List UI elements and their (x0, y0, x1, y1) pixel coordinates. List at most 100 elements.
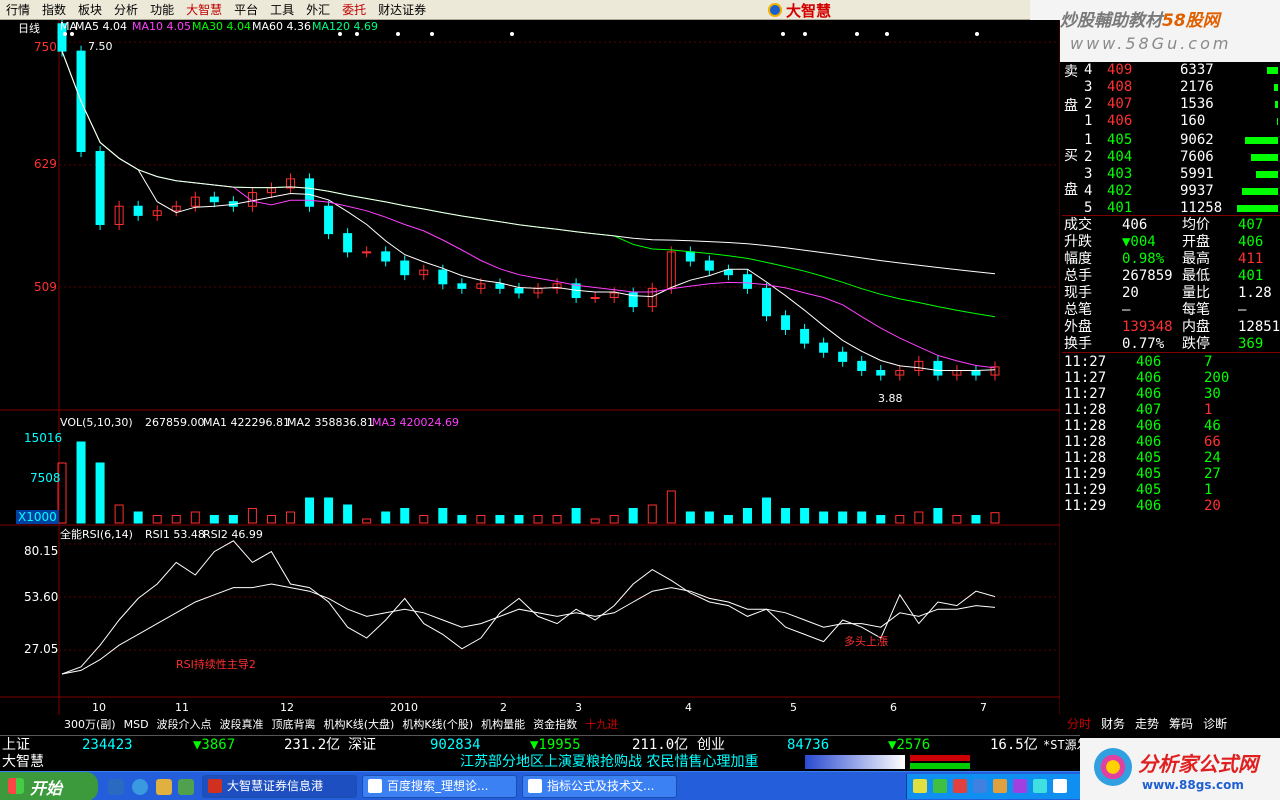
event-marker-icon (885, 32, 889, 36)
menu-item-sector[interactable]: 板块 (72, 0, 108, 20)
tick-row: 11:27 406 30 (1062, 386, 1280, 403)
tray-icon-8[interactable] (1053, 779, 1067, 793)
buy-price[interactable]: 405 (1107, 132, 1132, 149)
menu-item-analysis[interactable]: 分析 (108, 0, 144, 20)
ticker-news[interactable]: 江苏部分地区上演夏粮抢购战 农民惜售心理加重 (460, 753, 758, 771)
volume-bar (819, 511, 829, 524)
tray-icon-1[interactable] (913, 779, 927, 793)
taskbar: 开始 大智慧证券信息港 百度搜索_理想论... 指标公式及技术文... (0, 771, 1080, 800)
tray-icon-7[interactable] (1033, 779, 1047, 793)
volume-bar (209, 515, 219, 524)
start-button[interactable]: 开始 (0, 772, 98, 800)
cy-amount: 16.5亿 (990, 737, 1038, 753)
date-tick-5: 5 (790, 701, 797, 714)
sh-amount: 231.2亿 (284, 737, 341, 753)
indicator-tab-wave-entry[interactable]: 波段介入点 (153, 716, 216, 732)
tray-icon-2[interactable] (933, 779, 947, 793)
tab-intraday[interactable]: 分时 (1062, 715, 1096, 733)
indicator-tab-300w[interactable]: 300万(副) (60, 716, 120, 732)
task-formula[interactable]: 指标公式及技术文... (522, 775, 677, 798)
stat-label-2: 跌停 (1182, 336, 1210, 352)
menu-item-trade[interactable]: 委托 (336, 0, 372, 20)
indicator-tab-19[interactable]: 十九进 (581, 716, 622, 732)
menubar: 行情 指数 板块 分析 功能 大智慧 平台 工具 外汇 委托 财达证券 (0, 0, 1030, 20)
tab-finance[interactable]: 财务 (1096, 715, 1130, 733)
quicklaunch-desktop-icon[interactable] (156, 779, 172, 795)
sell-price[interactable]: 406 (1107, 113, 1132, 130)
quicklaunch-app-icon[interactable] (178, 779, 194, 795)
indicator-tab-wave-true[interactable]: 波段真准 (216, 716, 268, 732)
menu-item-function[interactable]: 功能 (144, 0, 180, 20)
buy-price[interactable]: 404 (1107, 149, 1132, 166)
task-dzh[interactable]: 大智慧证券信息港 (202, 775, 357, 798)
candle-body (800, 328, 810, 344)
stat-value: 406 (1122, 217, 1148, 233)
right-panel-tabs: 分时 财务 走势 筹码 诊断 (1062, 715, 1280, 733)
stat-row: 外盘 139348 内盘 128511 (1062, 319, 1280, 336)
quicklaunch-ie-icon[interactable] (132, 779, 148, 795)
volume-bar (305, 497, 315, 524)
tab-chips[interactable]: 筹码 (1164, 715, 1198, 733)
sz-label[interactable]: 深证 (348, 736, 376, 754)
volume-bar (228, 515, 238, 524)
sz-amount: 211.0亿 (632, 737, 689, 753)
ie-task-icon-2 (528, 779, 542, 793)
sell-price[interactable]: 409 (1107, 62, 1132, 79)
quicklaunch-explorer-icon[interactable] (108, 779, 124, 795)
tab-diagnose[interactable]: 诊断 (1198, 715, 1232, 733)
watermark-bottom-url: www.88gs.com (1142, 778, 1244, 792)
menu-item-index[interactable]: 指数 (36, 0, 72, 20)
cy-change: ▼2576 (888, 737, 931, 753)
indicator-tab-fund-index[interactable]: 资金指数 (529, 716, 581, 732)
menu-item-dzh[interactable]: 大智慧 (180, 0, 228, 20)
sell-price[interactable]: 408 (1107, 79, 1132, 96)
tick-volume: 66 (1204, 434, 1221, 450)
task-baidu[interactable]: 百度搜索_理想论... (362, 775, 517, 798)
menu-item-forex[interactable]: 外汇 (300, 0, 336, 20)
volume-bar (571, 508, 581, 524)
tick-price: 405 (1136, 450, 1162, 466)
menu-item-tools[interactable]: 工具 (264, 0, 300, 20)
tray-icon-5[interactable] (993, 779, 1007, 793)
cy-label[interactable]: 创业 (697, 736, 725, 754)
volume-bar (400, 508, 410, 524)
stat-value-2: — (1238, 302, 1247, 318)
sz-volume: 902834 (430, 737, 481, 753)
tray-icon-4[interactable] (973, 779, 987, 793)
candle-body (742, 274, 752, 289)
volume-bar (343, 504, 353, 524)
menu-item-broker[interactable]: 财达证券 (372, 0, 432, 20)
task-dzh-label: 大智慧证券信息港 (227, 779, 324, 793)
indicator-tab-divergence[interactable]: 顶底背离 (268, 716, 320, 732)
buy-price[interactable]: 402 (1107, 183, 1132, 200)
indicator-tab-inst-volume[interactable]: 机构量能 (477, 716, 529, 732)
volume-bar (514, 515, 524, 524)
menu-item-platform[interactable]: 平台 (228, 0, 264, 20)
stat-value-2: 401 (1238, 268, 1264, 284)
candle-body (857, 360, 867, 371)
ticker-red-bar (910, 755, 970, 761)
tick-volume: 27 (1204, 466, 1221, 482)
tick-row: 11:27 406 7 (1062, 354, 1280, 371)
indicator-tab-inst-k-market[interactable]: 机构K线(大盘) (320, 716, 399, 732)
kline-chart-area[interactable]: 日线 MA MA5 4.04 MA10 4.05 MA30 4.04 MA60 … (0, 20, 1060, 715)
tick-time: 11:28 (1064, 434, 1107, 450)
menu-item-quotes[interactable]: 行情 (0, 0, 36, 20)
sell-price[interactable]: 407 (1107, 96, 1132, 113)
tray-icon-3[interactable] (953, 779, 967, 793)
period-label[interactable]: 日线 (18, 22, 40, 35)
news-ticker[interactable]: 大智慧 江苏部分地区上演夏粮抢购战 农民惜售心理加重 (0, 753, 1080, 771)
candle-body (781, 315, 791, 330)
stat-value: 139348 (1122, 319, 1173, 335)
quote-divider (1062, 215, 1280, 216)
buy-volume-bar (1256, 171, 1278, 178)
tray-icon-6[interactable] (1013, 779, 1027, 793)
chart-canvas[interactable] (0, 20, 1060, 715)
stat-value: 0.98% (1122, 251, 1165, 267)
buy-price[interactable]: 403 (1107, 166, 1132, 183)
tab-trend[interactable]: 走势 (1130, 715, 1164, 733)
indicator-tab-msd[interactable]: MSD (120, 718, 153, 731)
candle-body (590, 297, 600, 299)
sh-label[interactable]: 上证 (2, 736, 30, 754)
indicator-tab-inst-k-stock[interactable]: 机构K线(个股) (398, 716, 477, 732)
